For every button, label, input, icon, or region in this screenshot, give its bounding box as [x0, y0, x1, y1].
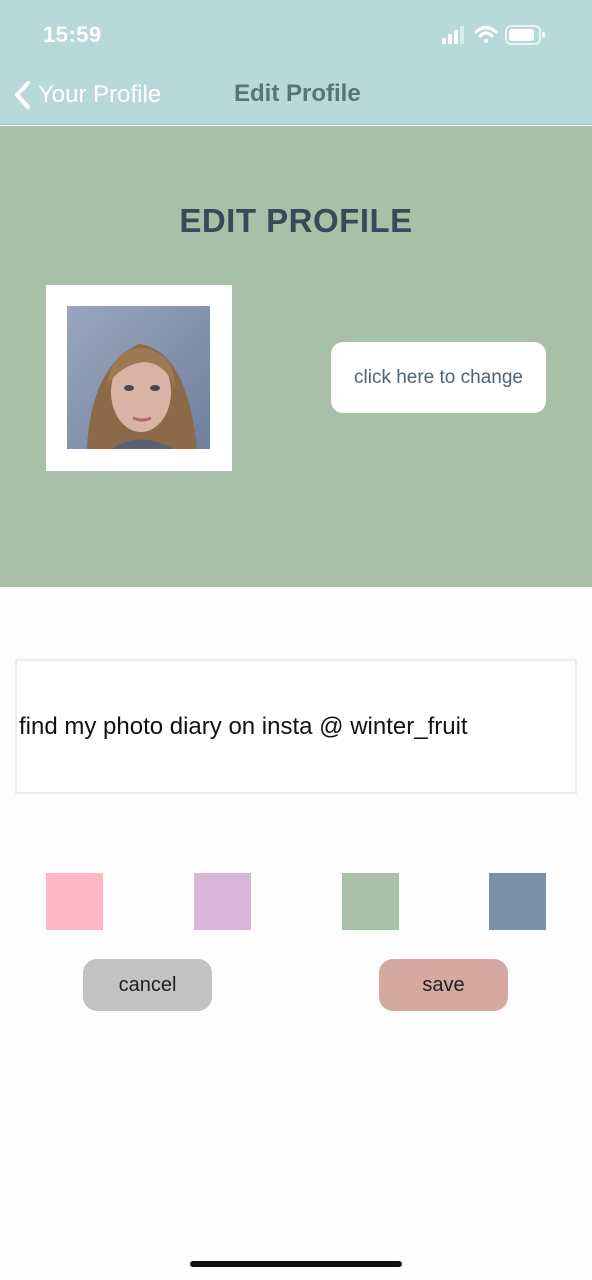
- color-swatch-lilac[interactable]: [194, 873, 251, 930]
- profile-photo-frame: [46, 285, 232, 471]
- nav-title: Edit Profile: [234, 80, 361, 107]
- cancel-button[interactable]: cancel: [83, 959, 212, 1011]
- home-indicator[interactable]: [190, 1261, 402, 1267]
- back-button[interactable]: Your Profile: [12, 78, 161, 112]
- navigation-bar: 15:59 Your Profile Edit Profile: [0, 0, 592, 125]
- back-label: Your Profile: [38, 81, 162, 108]
- wifi-icon: [474, 26, 498, 43]
- status-time: 15:59: [43, 22, 102, 47]
- chevron-left-icon: [15, 81, 30, 109]
- page-title: EDIT PROFILE: [179, 202, 413, 239]
- status-icons: [442, 24, 566, 46]
- color-swatch-sage[interactable]: [342, 873, 399, 930]
- color-swatch-pink[interactable]: [46, 873, 103, 930]
- profile-header: EDIT PROFILE click here to change: [0, 126, 592, 587]
- save-button[interactable]: save: [379, 959, 508, 1011]
- bio-input[interactable]: find my photo diary on insta @ winter_fr…: [15, 659, 577, 794]
- battery-icon: [505, 25, 545, 45]
- profile-photo: [67, 306, 210, 449]
- cellular-signal-icon: [442, 26, 464, 44]
- change-photo-button[interactable]: click here to change: [331, 342, 546, 413]
- color-swatch-slate-blue[interactable]: [489, 873, 546, 930]
